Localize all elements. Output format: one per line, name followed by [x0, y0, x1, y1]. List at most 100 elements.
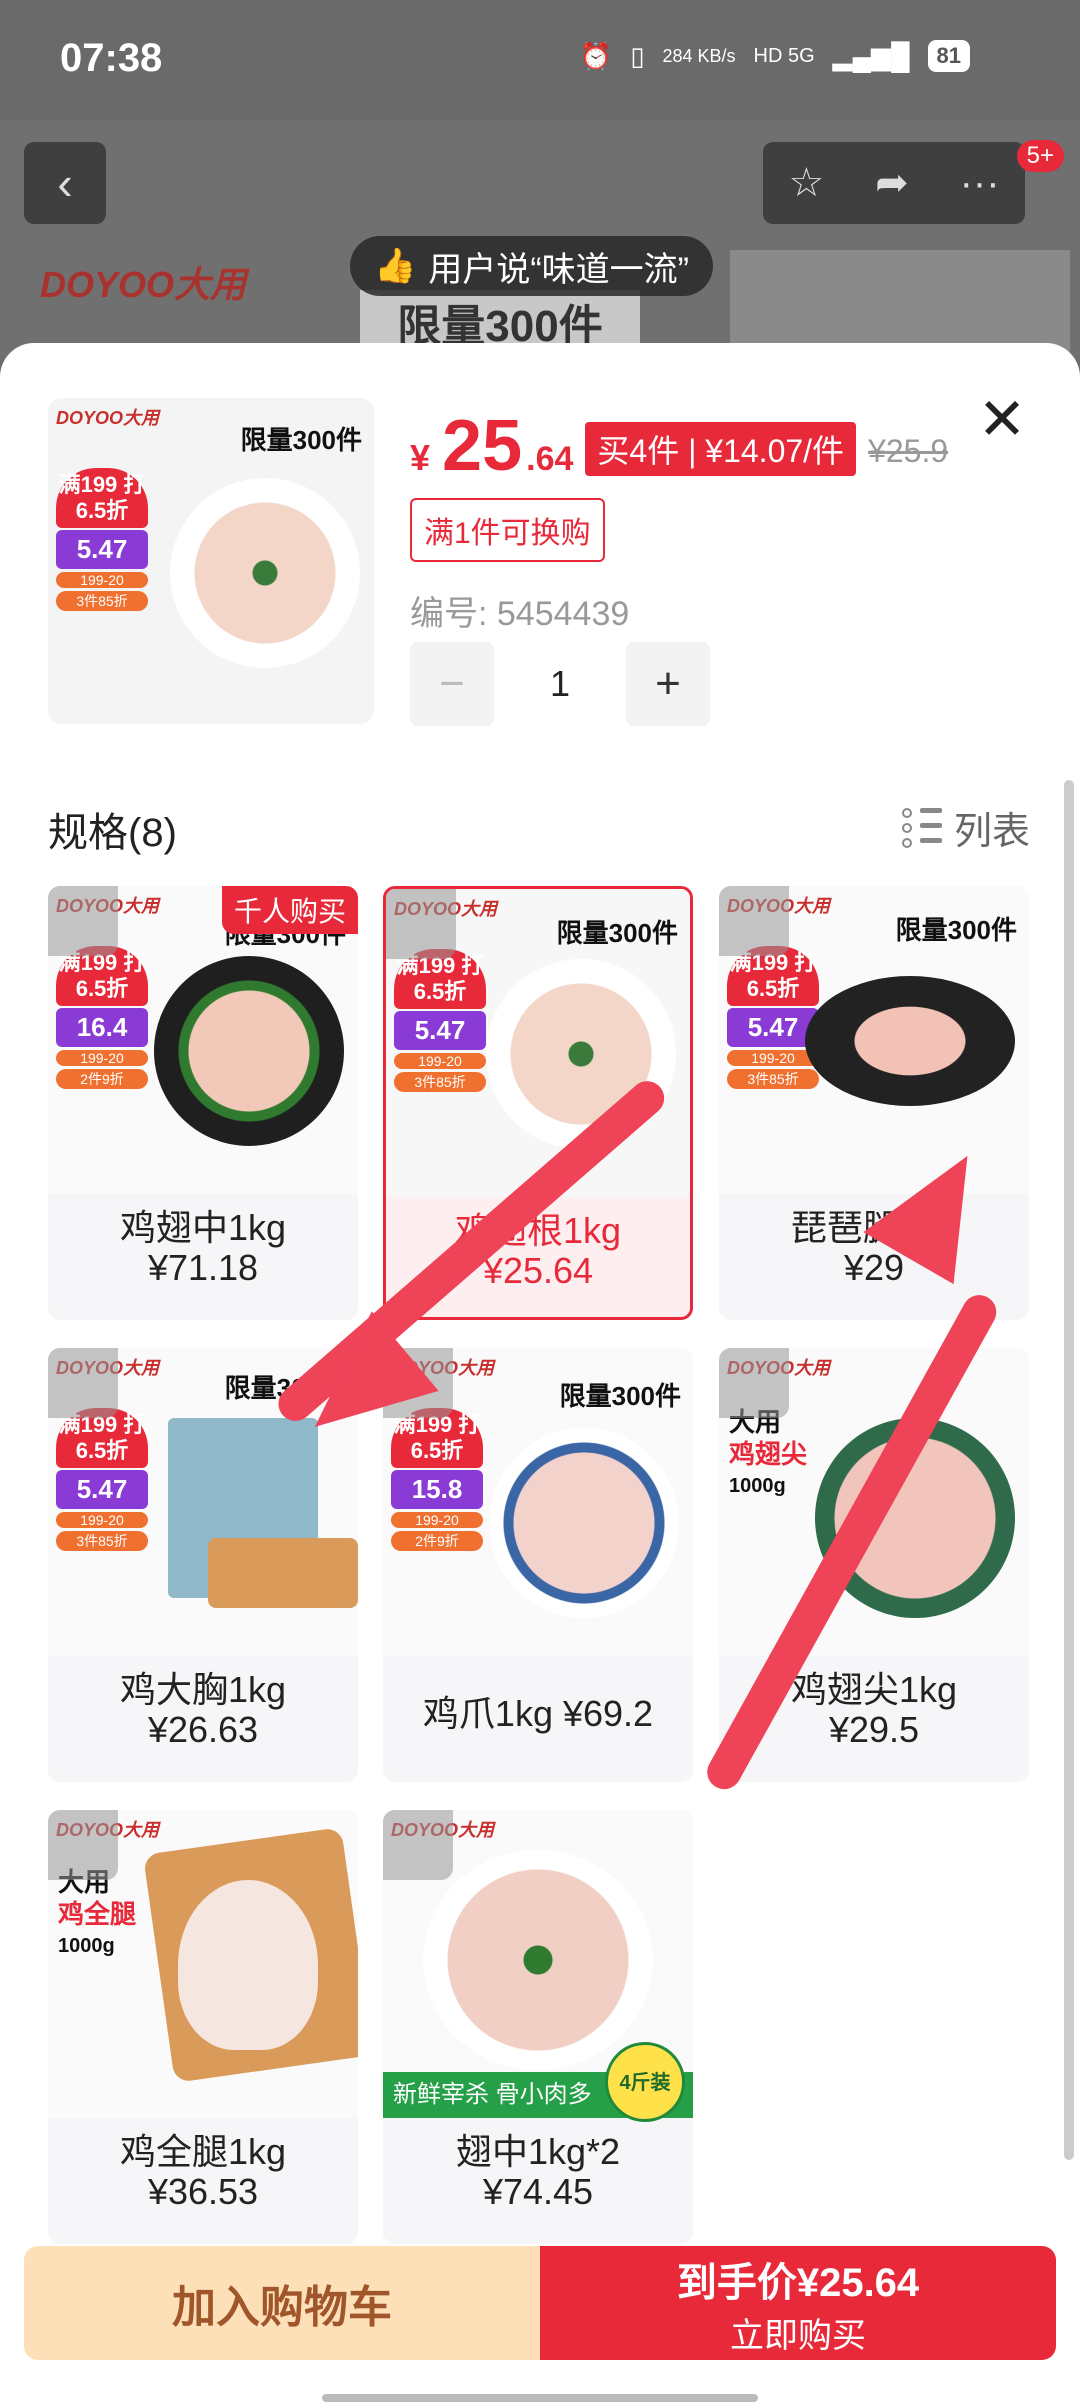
- price-integer: 25: [442, 406, 523, 486]
- food-image: [178, 1880, 318, 2050]
- flame-pill: 199-20: [727, 1050, 819, 1066]
- expand-icon[interactable]: [719, 1348, 789, 1418]
- expand-icon[interactable]: [48, 1810, 118, 1880]
- signal-icon: ▂▄▆█: [832, 40, 910, 71]
- close-button[interactable]: ✕: [972, 390, 1032, 450]
- flame-pill: 3件85折: [56, 591, 148, 611]
- flame-price: 5.47: [56, 530, 148, 569]
- flame-price: 15.8: [391, 1470, 483, 1509]
- spec-name: 鸡全腿1kg: [119, 2131, 287, 2172]
- spec-name: 鸡翅中1kg: [119, 1207, 287, 1248]
- spec-price: ¥74.45: [482, 2171, 594, 2212]
- expand-icon[interactable]: [383, 1810, 453, 1880]
- spec-image: DOYOO大用 限量300件 满199 打6.5折5.47199-203件85折: [719, 886, 1029, 1194]
- price-decimal: .64: [526, 440, 574, 478]
- flame-pill: 3件85折: [394, 1072, 486, 1092]
- food-image: [486, 959, 676, 1149]
- side-title: 鸡全腿: [58, 1899, 137, 1929]
- price-row: ¥ 25 .64 买4件 | ¥14.07/件 ¥25.9: [410, 405, 948, 487]
- net-speed: 284 KB/s: [662, 45, 736, 66]
- food-image: [805, 976, 1015, 1106]
- more-icon[interactable]: ···: [960, 161, 1000, 206]
- limit-badge: 限量300件: [240, 425, 362, 455]
- cutting-board: [208, 1538, 358, 1608]
- flame-pill: 3件85折: [56, 1531, 148, 1551]
- exchange-tag[interactable]: 满1件可换购: [410, 498, 605, 562]
- share-icon[interactable]: ➦: [875, 160, 909, 206]
- spec-image: DOYOO大用 大用 鸡全腿 1000g: [48, 1810, 358, 2118]
- list-icon: [901, 807, 942, 848]
- expand-icon[interactable]: [48, 1348, 118, 1418]
- add-to-cart-button[interactable]: 加入购物车: [24, 2246, 540, 2360]
- food-image: [423, 1850, 653, 2070]
- side-label: 大用 鸡全腿 1000g: [58, 1866, 136, 1962]
- expand-icon[interactable]: [719, 886, 789, 956]
- network-label: HD 5G: [753, 44, 815, 67]
- spec-price: ¥36.53: [147, 2171, 259, 2212]
- expand-icon[interactable]: [386, 889, 456, 959]
- list-view-label: 列表: [953, 811, 1030, 853]
- flame-price: 16.4: [56, 1008, 148, 1047]
- limit-badge: 限量300件: [556, 918, 678, 948]
- flame-price: 5.47: [56, 1470, 148, 1509]
- promo-flame: 满199 打6.5折 16.4 199-20 2件9折: [56, 946, 148, 1122]
- flame-pill: 199-20: [56, 1512, 148, 1528]
- food-image: [154, 956, 344, 1146]
- alarm-icon: ⏰: [579, 40, 613, 71]
- spec-name: 鸡爪1kg ¥69.2: [422, 1693, 654, 1734]
- selected-product-thumbnail[interactable]: DOYOO大用 限量300件 满199 打6.5折 5.47 199-20 3件…: [48, 398, 374, 724]
- spec-price: ¥26.63: [147, 1709, 259, 1750]
- pack-badge: 4斤装: [605, 2042, 685, 2122]
- star-icon[interactable]: ☆: [788, 160, 824, 206]
- spec-card[interactable]: DOYOO大用 大用 鸡全腿 1000g 鸡全腿1kg ¥36.53: [48, 1810, 358, 2244]
- hot-badge: 千人购买: [221, 886, 358, 934]
- promo-flame: 满199 打6.5折 5.47 199-20 3件85折: [56, 1408, 148, 1584]
- promo-flame: 满199 打6.5折 15.8 199-20 2件9折: [391, 1408, 483, 1584]
- flame-discount: 满199 打6.5折: [56, 468, 148, 528]
- promo-flame: 满199 打6.5折 5.47 199-20 3件85折: [394, 949, 486, 1125]
- home-indicator[interactable]: [322, 2394, 758, 2402]
- review-tip: 👍 用户说“味道一流”: [350, 236, 713, 296]
- flame-pill: 199-20: [56, 1050, 148, 1066]
- review-tip-text: 用户说“味道一流”: [428, 250, 689, 289]
- buy-now-button[interactable]: 到手价¥25.64 立即购买: [540, 2246, 1056, 2360]
- flame-pill: 2件9折: [391, 1531, 483, 1551]
- buy-now-label: 立即购买: [730, 2316, 866, 2355]
- spec-price: ¥71.18: [147, 1247, 259, 1288]
- spec-title: 规格(8): [48, 811, 177, 855]
- status-bar: 07:38 ⏰ ▯ 284 KB/s HD 5G ▂▄▆█ 81: [0, 0, 1080, 120]
- limit-badge: 限量300件: [895, 915, 1017, 945]
- scrollbar[interactable]: [1064, 780, 1074, 2160]
- message-badge: 5+: [1016, 140, 1064, 172]
- spec-card[interactable]: DOYOO大用 新鲜宰杀 骨小肉多 4斤装 翅中1kg*2 ¥74.45: [383, 1810, 693, 2244]
- spec-price: ¥29: [843, 1247, 905, 1288]
- back-button[interactable]: ‹: [24, 142, 106, 224]
- spec-name: 翅中1kg*2: [455, 2131, 621, 2172]
- flame-pill: 199-20: [391, 1512, 483, 1528]
- side-title: 鸡翅尖: [729, 1439, 808, 1469]
- spec-name: 鸡翅根1kg: [454, 1210, 622, 1251]
- bottom-action-bar: 加入购物车 到手价¥25.64 立即购买: [24, 2246, 1056, 2360]
- flame-price: 5.47: [394, 1011, 486, 1050]
- spec-image: 千人购买 DOYOO大用 限量300件 满199 打6.5折16.4199-20…: [48, 886, 358, 1194]
- decrease-button[interactable]: −: [410, 642, 494, 726]
- promo-flame: 满199 打6.5折 5.47 199-20 3件85折: [56, 468, 148, 644]
- spec-card[interactable]: DOYOO大用 限量300件 满199 打6.5折5.47199-203件85折…: [719, 886, 1029, 1320]
- spec-name: 鸡大胸1kg: [119, 1669, 287, 1710]
- list-view-toggle[interactable]: 列表: [901, 800, 1030, 855]
- spec-card[interactable]: DOYOO大用 限量300件 满199 打6.5折15.8199-202件9折 …: [383, 1348, 693, 1782]
- vibrate-icon: ▯: [630, 40, 645, 71]
- spec-image: DOYOO大用 限量300件 满199 打6.5折5.47199-203件85折: [386, 889, 690, 1197]
- increase-button[interactable]: +: [626, 642, 710, 726]
- spec-card[interactable]: 千人购买 DOYOO大用 限量300件 满199 打6.5折16.4199-20…: [48, 886, 358, 1320]
- quantity-value[interactable]: 1: [494, 663, 626, 705]
- status-icons: ⏰ ▯ 284 KB/s HD 5G ▂▄▆█ 81: [580, 40, 970, 72]
- battery-indicator: 81: [927, 40, 970, 72]
- expand-icon[interactable]: [48, 886, 118, 956]
- background-brand-logo: DOYOO大用: [40, 264, 247, 305]
- bulk-promo-badge: 买4件 | ¥14.07/件: [585, 422, 857, 476]
- side-weight: 1000g: [58, 1935, 115, 1957]
- flame-pill: 199-20: [394, 1053, 486, 1069]
- thumbs-up-icon: 👍: [374, 247, 417, 285]
- background-banner: 限量300件: [360, 290, 640, 351]
